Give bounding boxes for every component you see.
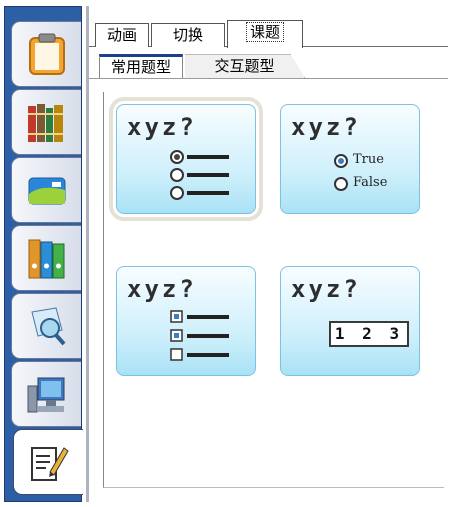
tab-label: 切换	[172, 26, 203, 44]
true-false-radio-icon	[334, 154, 348, 191]
sidebar-button-clipboard[interactable]	[11, 21, 81, 87]
sidebar-button-card[interactable]	[11, 157, 81, 223]
card-fill-number[interactable]: xyz? 1 2 3	[280, 266, 420, 376]
sidebar-button-analyze[interactable]	[11, 293, 81, 359]
radio-list-icon	[170, 150, 229, 200]
sidebar-button-books[interactable]	[11, 89, 81, 155]
option-true-label: True	[353, 152, 384, 167]
question-type-tabs: 常用题型 交互题型	[89, 48, 448, 79]
tab-label: 交互题型	[214, 57, 275, 75]
tab-transition[interactable]: 切换	[151, 23, 225, 47]
ribbon-tabs: 动画 切换 课题	[89, 20, 448, 48]
edit-document-icon	[31, 447, 69, 481]
tab-quiz[interactable]: 课题	[227, 20, 303, 48]
option-false-label: False	[353, 175, 388, 190]
computer-icon	[27, 377, 65, 413]
sidebar-button-computer[interactable]	[11, 361, 81, 427]
question-type-gallery: xyz? xyz? True False xyz? xyz? 1 2 3	[103, 92, 444, 488]
clipboard-icon	[29, 33, 65, 75]
tab-label: 动画	[106, 26, 137, 44]
tab-animation[interactable]: 动画	[95, 23, 149, 47]
card-icon	[28, 177, 66, 205]
binders-icon	[28, 239, 65, 279]
sidebar-button-binders[interactable]	[11, 225, 81, 291]
sidebar-button-edit-document[interactable]	[13, 429, 83, 495]
card-multiple-choice[interactable]: xyz?	[116, 266, 256, 376]
tab-common-types[interactable]: 常用题型	[99, 54, 183, 78]
sidebar	[4, 6, 83, 502]
tab-interactive-types[interactable]: 交互题型	[185, 54, 305, 78]
card-title: xyz?	[291, 275, 361, 303]
number-input-preview: 1 2 3	[329, 321, 409, 347]
tab-label: 常用题型	[110, 58, 171, 76]
tab-label: 课题	[245, 22, 284, 42]
card-true-false[interactable]: xyz? True False	[280, 104, 420, 214]
question-panel: 动画 切换 课题 常用题型 交互题型 xyz? xyz? True False …	[86, 6, 448, 502]
search-analyze-icon	[31, 307, 66, 346]
card-single-choice[interactable]: xyz?	[109, 97, 263, 221]
checkbox-list-icon	[170, 310, 229, 361]
books-icon	[28, 104, 63, 142]
